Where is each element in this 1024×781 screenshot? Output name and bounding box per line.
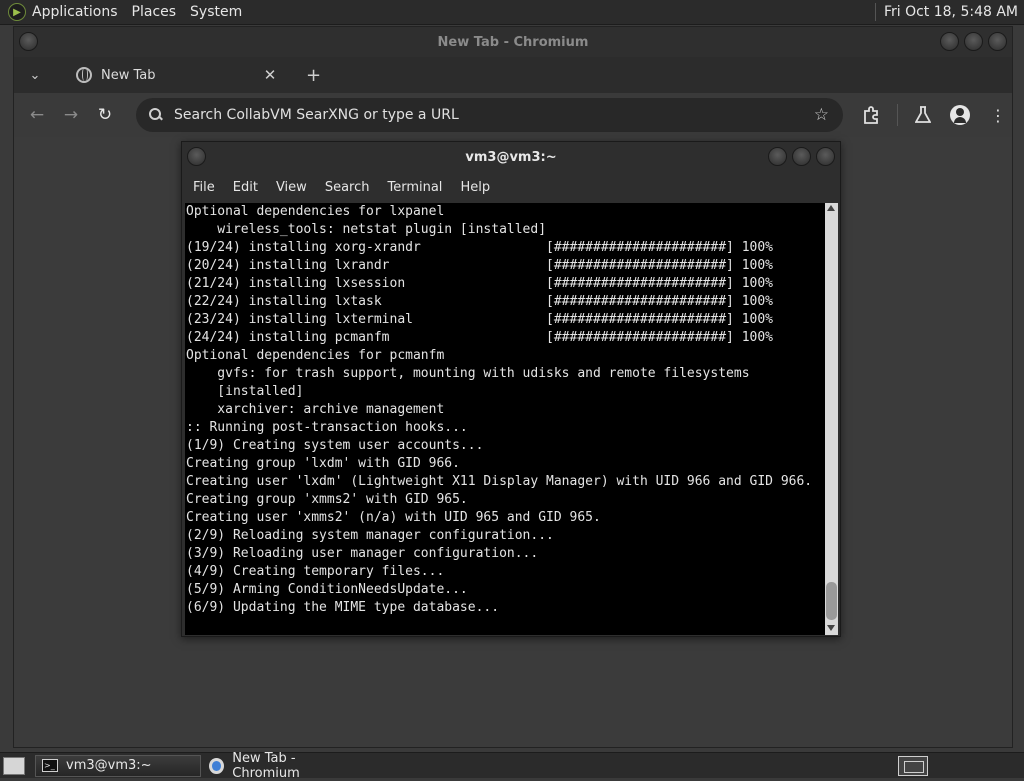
- taskbar-item-label: vm3@vm3:~: [66, 758, 152, 773]
- terminal-output[interactable]: Optional dependencies for lxpanel wirele…: [185, 203, 825, 635]
- terminal-menu-view[interactable]: View: [276, 180, 307, 195]
- omnibox-placeholder[interactable]: Search CollabVM SearXNG or type a URL: [174, 107, 814, 123]
- terminal-line: Optional dependencies for pcmanfm: [186, 348, 445, 363]
- terminal-line: Optional dependencies for lxpanel: [186, 204, 445, 219]
- taskbar-item-label: New Tab - Chromium: [232, 750, 300, 781]
- profile-avatar-icon[interactable]: [950, 93, 970, 137]
- terminal-line: (5/9) Arming ConditionNeedsUpdate...: [186, 582, 468, 597]
- terminal-line: (24/24) installing pcmanfm [############…: [186, 330, 773, 345]
- labs-flask-icon[interactable]: [915, 93, 931, 137]
- terminal-titlebar[interactable]: vm3@vm3:~: [182, 142, 840, 172]
- terminal-icon: >_: [42, 759, 58, 772]
- terminal-maximize-button[interactable]: [792, 147, 811, 166]
- terminal-line: (20/24) installing lxrandr [############…: [186, 258, 773, 273]
- back-button[interactable]: ←: [20, 105, 54, 125]
- clock[interactable]: Fri Oct 18, 5:48 AM: [884, 4, 1018, 20]
- terminal-menu-terminal[interactable]: Terminal: [387, 180, 442, 195]
- terminal-line: Creating user 'xmms2' (n/a) with UID 965…: [186, 510, 601, 525]
- menu-places[interactable]: Places: [132, 4, 177, 20]
- tab-close-icon[interactable]: ✕: [260, 66, 280, 84]
- terminal-scrollbar[interactable]: [825, 203, 838, 635]
- terminal-close-button[interactable]: [816, 147, 835, 166]
- globe-icon: [76, 67, 92, 83]
- chromium-titlebar[interactable]: New Tab - Chromium: [14, 27, 1012, 57]
- browser-toolbar: ← → ↻ Search CollabVM SearXNG or type a …: [14, 93, 1012, 137]
- terminal-window-title: vm3@vm3:~: [465, 149, 557, 165]
- applications-logo-icon[interactable]: ▶: [8, 3, 26, 21]
- terminal-menu-file[interactable]: File: [193, 180, 215, 195]
- workspace-switcher[interactable]: [898, 756, 928, 776]
- terminal-line: (6/9) Updating the MIME type database...: [186, 600, 500, 615]
- terminal-menubar: File Edit View Search Terminal Help: [182, 172, 840, 202]
- chromium-window-title: New Tab - Chromium: [437, 34, 589, 50]
- search-icon: [148, 107, 164, 123]
- taskbar-item-chromium[interactable]: New Tab - Chromium: [203, 751, 363, 781]
- chromium-icon: [209, 757, 225, 774]
- maximize-button[interactable]: [964, 32, 983, 51]
- terminal-line: (1/9) Creating system user accounts...: [186, 438, 484, 453]
- terminal-menu-edit[interactable]: Edit: [233, 180, 258, 195]
- terminal-line: (3/9) Reloading user manager configurati…: [186, 546, 539, 561]
- panel-divider: [874, 3, 876, 21]
- terminal-minimize-button[interactable]: [768, 147, 787, 166]
- bookmark-star-icon[interactable]: ☆: [814, 105, 829, 125]
- terminal-line: (21/24) installing lxsession [##########…: [186, 276, 773, 291]
- window-menu-button[interactable]: [19, 32, 38, 51]
- terminal-line: (2/9) Reloading system manager configura…: [186, 528, 554, 543]
- terminal-line: (23/24) installing lxterminal [#########…: [186, 312, 773, 327]
- omnibox[interactable]: Search CollabVM SearXNG or type a URL ☆: [136, 98, 843, 132]
- terminal-menu-help[interactable]: Help: [460, 180, 490, 195]
- scroll-down-arrow-icon[interactable]: [827, 625, 835, 631]
- forward-button[interactable]: →: [54, 105, 88, 125]
- taskbar-item-terminal[interactable]: >_ vm3@vm3:~: [35, 754, 201, 777]
- terminal-line: Creating group 'lxdm' with GID 966.: [186, 456, 460, 471]
- extensions-icon[interactable]: [862, 93, 880, 137]
- terminal-menu-search[interactable]: Search: [325, 180, 370, 195]
- terminal-line: Creating user 'lxdm' (Lightweight X11 Di…: [186, 474, 813, 489]
- menu-applications[interactable]: Applications: [32, 4, 118, 20]
- taskbar: >_ vm3@vm3:~ New Tab - Chromium: [0, 751, 1024, 781]
- more-menu-icon[interactable]: ⋮: [990, 93, 1006, 137]
- tab-search-dropdown-icon[interactable]: ⌄: [22, 68, 48, 83]
- tab-title: New Tab: [101, 67, 156, 83]
- tab-strip: ⌄ New Tab ✕ +: [14, 57, 1012, 93]
- scroll-up-arrow-icon[interactable]: [827, 205, 835, 211]
- terminal-line: :: Running post-transaction hooks...: [186, 420, 468, 435]
- terminal-window: vm3@vm3:~ File Edit View Search Terminal…: [181, 141, 841, 637]
- terminal-window-menu-button[interactable]: [187, 147, 206, 166]
- scrollbar-thumb[interactable]: [826, 582, 837, 620]
- terminal-line: (22/24) installing lxtask [#############…: [186, 294, 773, 309]
- show-desktop-button[interactable]: [3, 756, 25, 775]
- terminal-line: (4/9) Creating temporary files...: [186, 564, 445, 579]
- terminal-line: wireless_tools: netstat plugin [installe…: [186, 222, 547, 237]
- tab-new-tab[interactable]: New Tab ✕: [60, 57, 290, 93]
- terminal-line: xarchiver: archive management: [186, 402, 445, 417]
- minimize-button[interactable]: [940, 32, 959, 51]
- toolbar-separator: [897, 104, 898, 126]
- close-button[interactable]: [988, 32, 1007, 51]
- menu-system[interactable]: System: [190, 4, 242, 20]
- new-tab-button[interactable]: +: [306, 65, 321, 86]
- terminal-line: Creating group 'xmms2' with GID 965.: [186, 492, 468, 507]
- terminal-line: (19/24) installing xorg-xrandr [########…: [186, 240, 773, 255]
- terminal-line: [installed]: [186, 384, 304, 399]
- top-panel: ▶ Applications Places System Fri Oct 18,…: [0, 0, 1024, 25]
- reload-button[interactable]: ↻: [88, 105, 122, 125]
- terminal-line: gvfs: for trash support, mounting with u…: [186, 366, 750, 381]
